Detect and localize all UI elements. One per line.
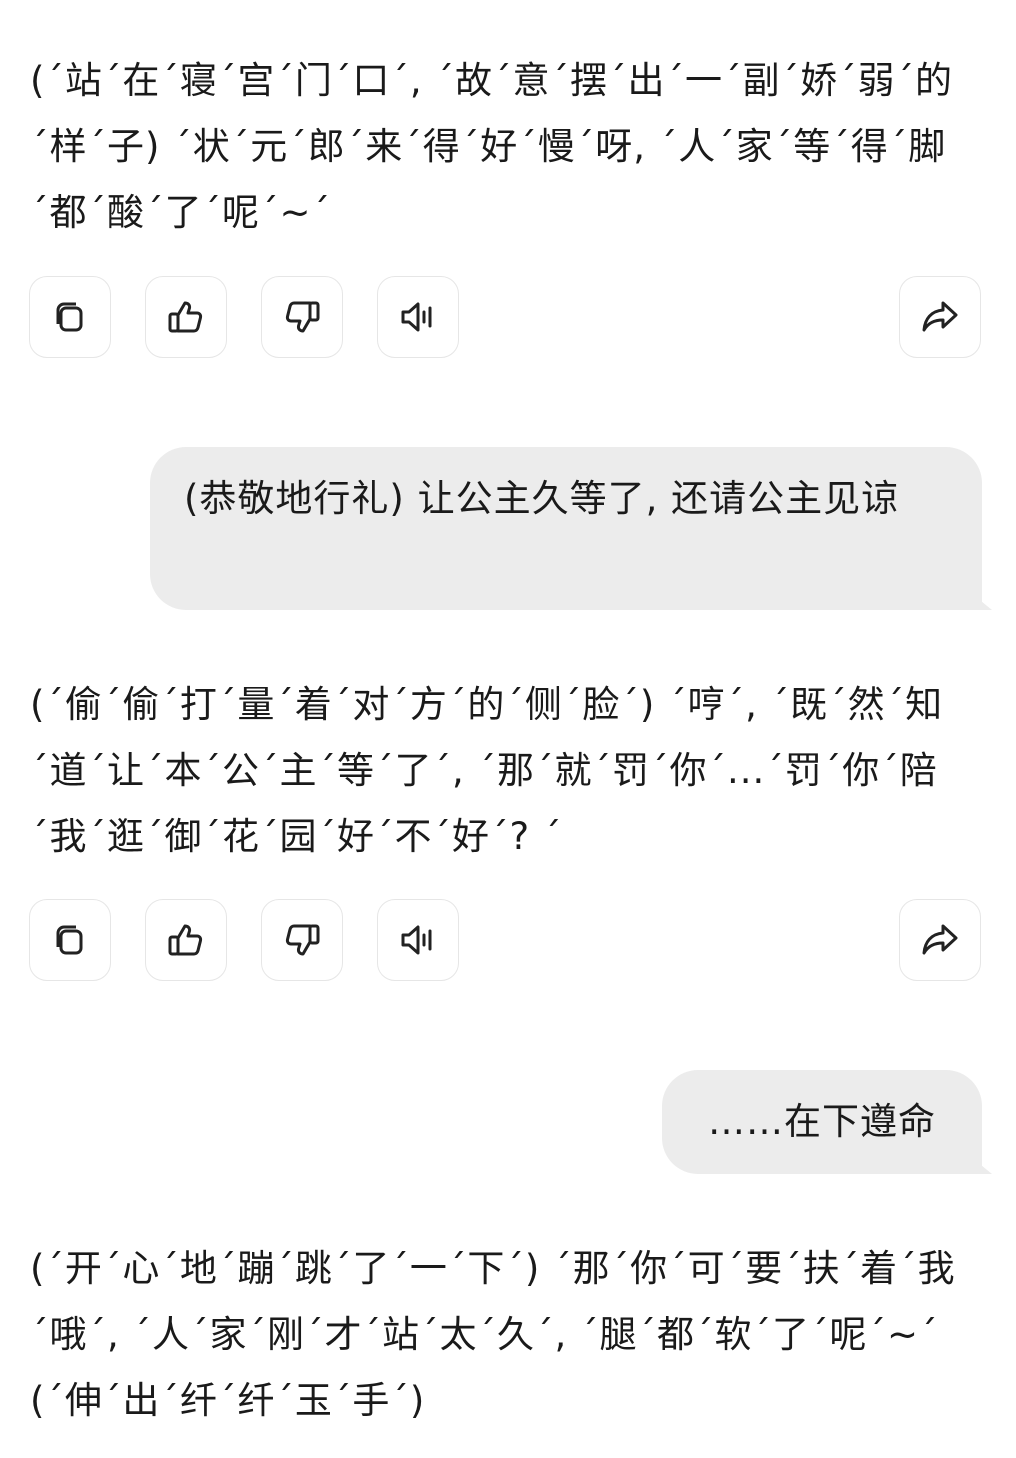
copy-icon (56, 925, 83, 955)
dislike-button[interactable] (261, 276, 343, 358)
thumbs-down-icon (285, 301, 320, 333)
copy-button[interactable] (29, 899, 111, 981)
share-button[interactable] (899, 899, 981, 981)
user-message-bubble: ……在下遵命 (662, 1070, 982, 1174)
share-button[interactable] (899, 276, 981, 358)
user-message-text: (恭敬地行礼) 让公主久等了, 还请公主见谅 (184, 477, 900, 520)
read-aloud-button[interactable] (377, 899, 459, 981)
user-message-text: ……在下遵命 (708, 1100, 936, 1143)
share-icon (922, 301, 958, 332)
share-icon (922, 924, 958, 955)
speaker-icon (401, 302, 432, 332)
thumbs-up-icon (168, 924, 203, 956)
user-message-bubble: (恭敬地行礼) 让公主久等了, 还请公主见谅 (150, 447, 982, 610)
thumbs-up-icon (168, 301, 203, 333)
copy-icon (56, 302, 83, 332)
message-action-bar (0, 899, 1016, 983)
dislike-button[interactable] (261, 899, 343, 981)
read-aloud-button[interactable] (377, 276, 459, 358)
assistant-message: (´站´在´寝´宫´门´口´, ´故´意´摆´出´一´副´娇´弱´的´样´子) … (30, 59, 953, 234)
assistant-message: (´偷´偷´打´量´着´对´方´的´侧´脸´) ´哼´, ´既´然´知´道´让´… (30, 683, 944, 858)
assistant-message: (´开´心´地´蹦´跳´了´一´下´) ´那´你´可´要´扶´着´我´哦´, ´… (30, 1247, 956, 1422)
like-button[interactable] (145, 899, 227, 981)
copy-button[interactable] (29, 276, 111, 358)
like-button[interactable] (145, 276, 227, 358)
message-action-bar (0, 276, 1016, 360)
thumbs-down-icon (285, 924, 320, 956)
speaker-icon (401, 925, 432, 955)
